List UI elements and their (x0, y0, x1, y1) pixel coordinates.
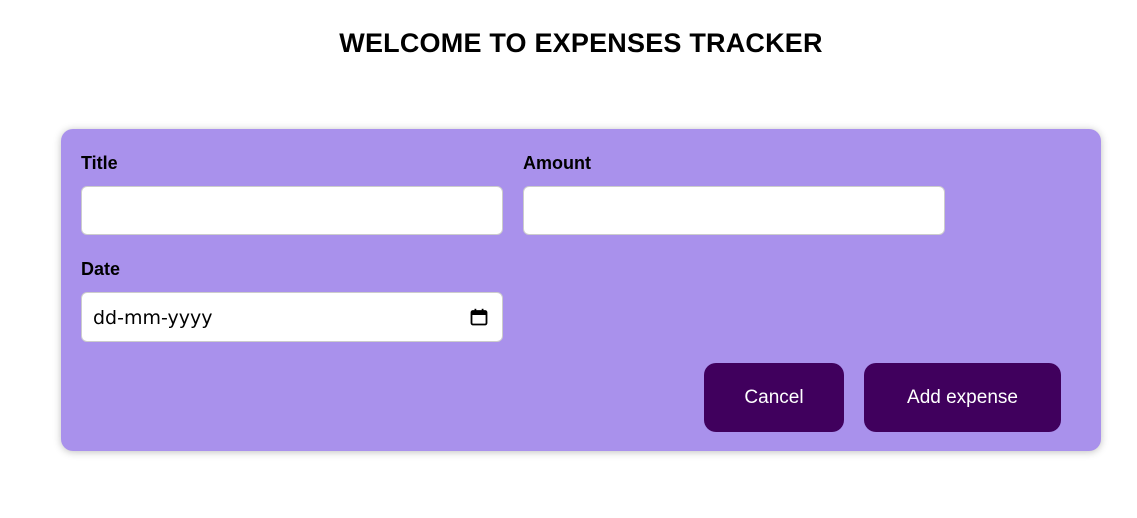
amount-input[interactable] (523, 186, 945, 235)
amount-label: Amount (523, 153, 591, 173)
add-expense-button[interactable]: Add expense (864, 363, 1061, 432)
title-label: Title (81, 153, 118, 173)
title-input[interactable] (81, 186, 503, 235)
page-title: WELCOME TO EXPENSES TRACKER (339, 28, 823, 58)
cancel-button[interactable]: Cancel (704, 363, 844, 432)
date-placeholder: dd-mm-yyyy (93, 307, 213, 329)
new-expense-form: Title Amount Date dd-mm-yyyy Cancel Add … (61, 129, 1101, 451)
calendar-icon[interactable] (470, 308, 488, 326)
date-input[interactable]: dd-mm-yyyy (81, 292, 503, 342)
date-label: Date (81, 259, 121, 279)
